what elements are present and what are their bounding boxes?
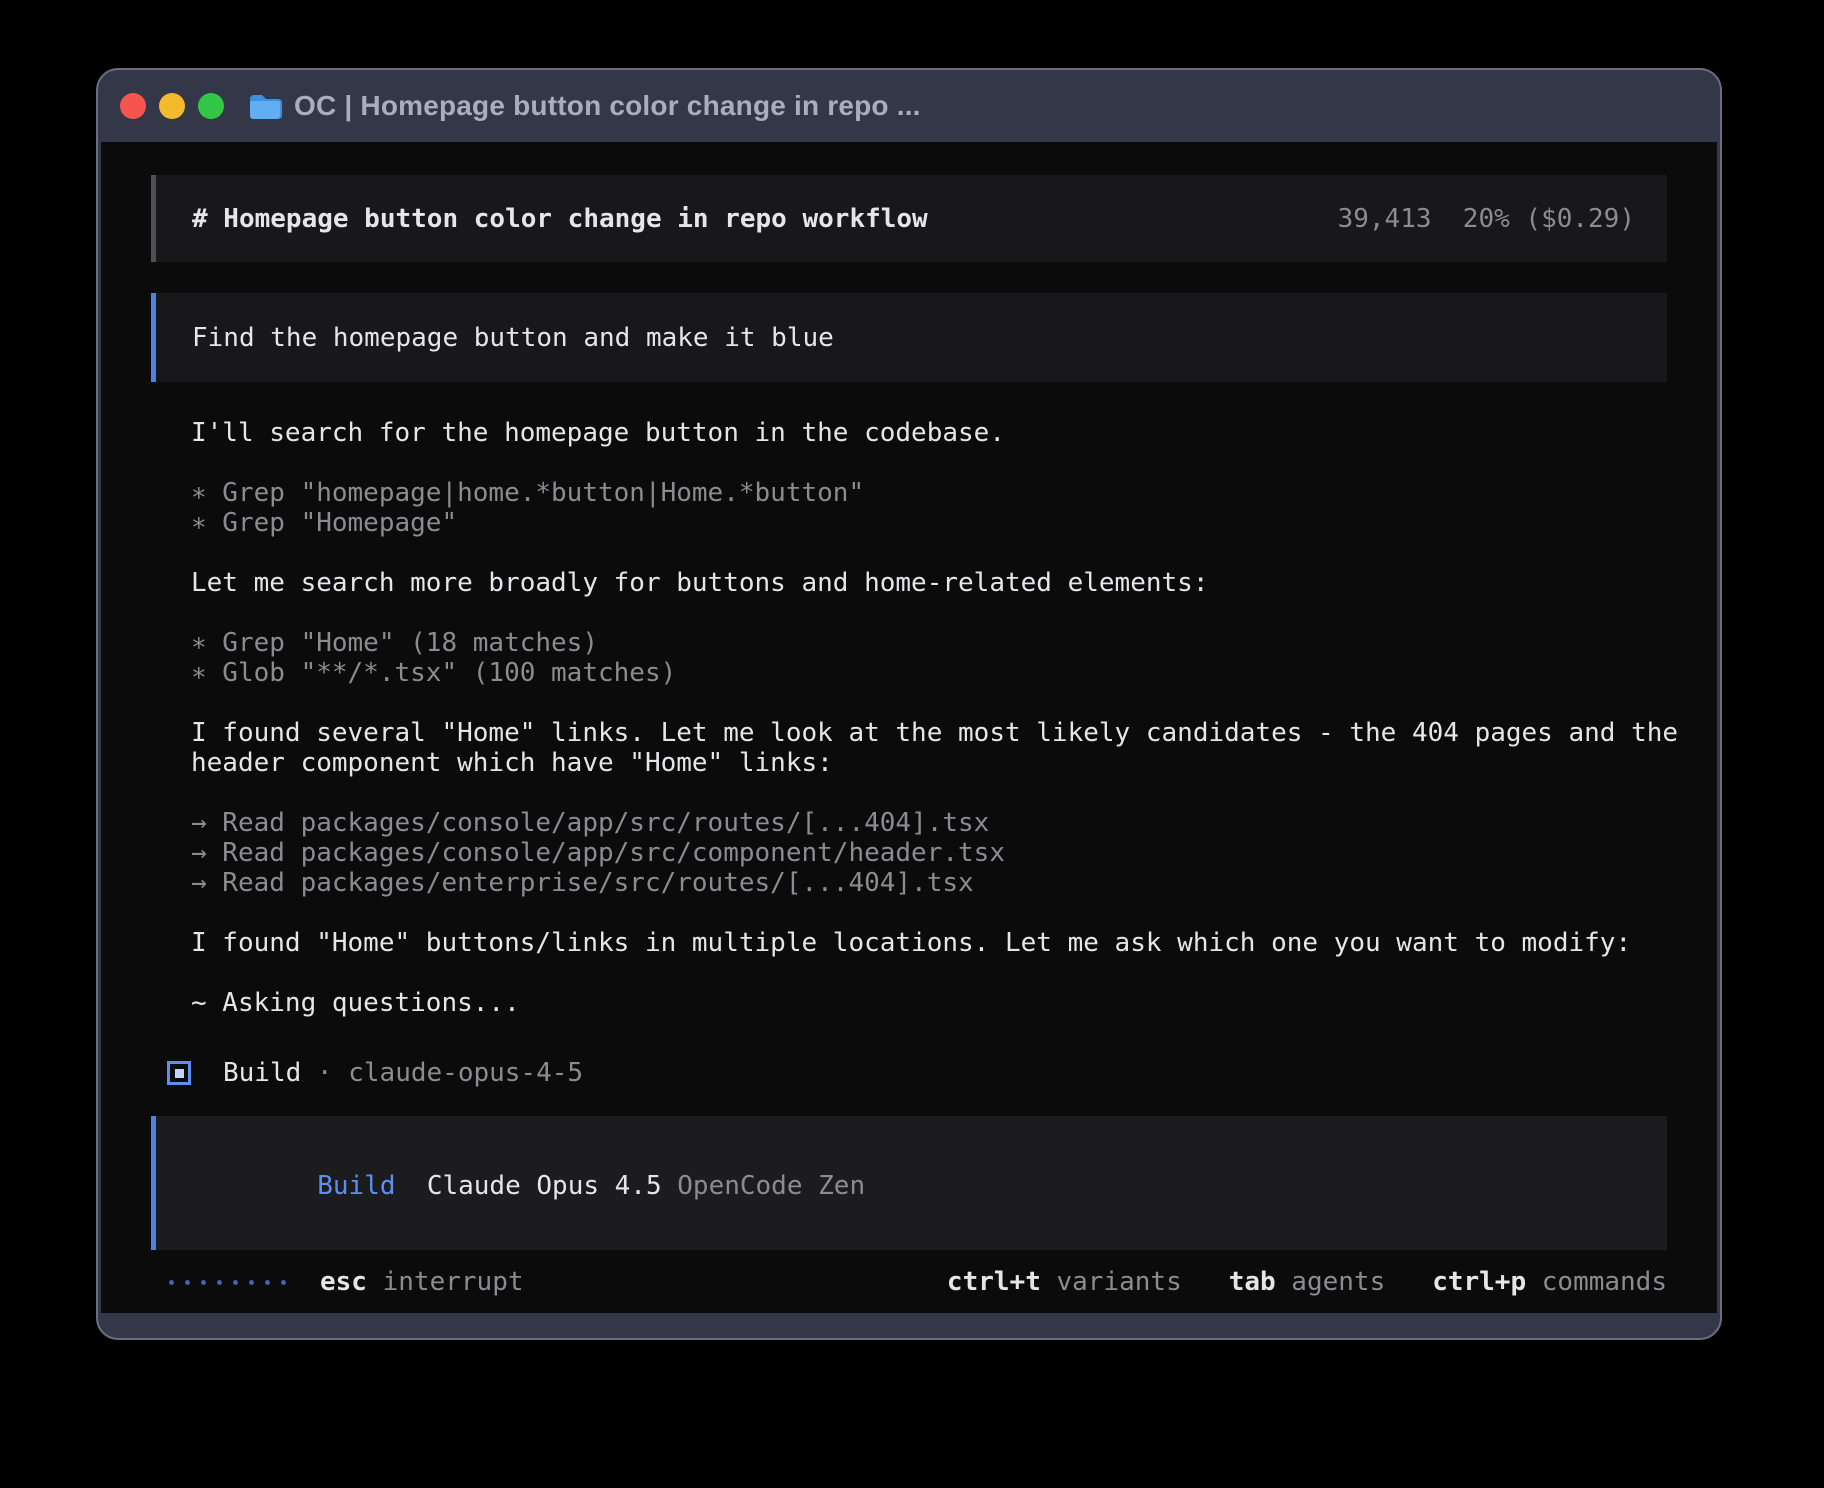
transcript-line [191, 538, 1667, 568]
transcript-line: I found several "Home" links. Let me loo… [191, 718, 1667, 748]
spinner [169, 1280, 286, 1285]
transcript-line [191, 958, 1667, 988]
agent-status-line: Build · claude-opus-4-5 [167, 1058, 1667, 1088]
esc-key-label [367, 1267, 383, 1297]
model-label[interactable]: Claude Opus 4.5 [427, 1171, 662, 1201]
terminal-content: # Homepage button color change in repo w… [101, 142, 1717, 1313]
spinner-dot [201, 1280, 206, 1285]
shortcut-key: ctrl+p [1432, 1267, 1526, 1297]
transcript-line: I'll search for the homepage button in t… [191, 418, 1667, 448]
transcript-line [191, 598, 1667, 628]
shortcut-label: commands [1526, 1267, 1667, 1297]
spinner-dot [217, 1280, 222, 1285]
user-message: Find the homepage button and make it blu… [151, 293, 1667, 382]
user-message-text: Find the homepage button and make it blu… [192, 323, 834, 353]
minimize-button[interactable] [159, 93, 185, 119]
traffic-lights [120, 93, 224, 119]
transcript-line: → Read packages/enterprise/src/routes/[.… [191, 868, 1667, 898]
spinner-dot [185, 1280, 190, 1285]
transcript-line: Let me search more broadly for buttons a… [191, 568, 1667, 598]
transcript-line: ~ Asking questions... [191, 988, 1667, 1018]
folder-icon [248, 92, 282, 120]
agent-model: claude-opus-4-5 [348, 1058, 583, 1088]
assistant-transcript: I'll search for the homepage button in t… [191, 418, 1667, 1018]
footer-shortcut: tab agents [1229, 1267, 1386, 1297]
interrupt-label: interrupt [383, 1267, 524, 1297]
transcript-line: header component which have "Home" links… [191, 748, 1667, 778]
spinner-dot [169, 1280, 174, 1285]
build-agent-icon [167, 1061, 191, 1085]
shortcut-label: agents [1276, 1267, 1386, 1297]
status-bar-left: esc interrupt [151, 1267, 524, 1297]
footer-shortcut: ctrl+p commands [1432, 1267, 1667, 1297]
transcript-line [191, 448, 1667, 478]
close-button[interactable] [120, 93, 146, 119]
window-title: OC | Homepage button color change in rep… [294, 90, 921, 122]
transcript-line: I found "Home" buttons/links in multiple… [191, 928, 1667, 958]
transcript-line [191, 688, 1667, 718]
transcript-line: ∗ Grep "homepage|home.*button|Home.*butt… [191, 478, 1667, 508]
agent-name: Build [223, 1058, 301, 1088]
transcript-line [191, 778, 1667, 808]
spinner-dot [265, 1280, 270, 1285]
status-bar-shortcuts: ctrl+t variants tab agents ctrl+p commands [947, 1267, 1667, 1297]
transcript-line: ∗ Glob "**/*.tsx" (100 matches) [191, 658, 1667, 688]
window-titlebar[interactable]: OC | Homepage button color change in rep… [98, 70, 1720, 142]
prompt-input[interactable]: Build Claude Opus 4.5 OpenCode Zen [151, 1116, 1667, 1250]
zoom-button[interactable] [198, 93, 224, 119]
esc-key-hint: esc [320, 1267, 367, 1297]
model-status-line: Build Claude Opus 4.5 OpenCode Zen [192, 1141, 1631, 1231]
agent-separator: · [301, 1058, 348, 1088]
session-stats: 39,413 20% ($0.29) [1338, 204, 1635, 234]
spinner-dot [249, 1280, 254, 1285]
status-bar: esc interrupt ctrl+t variantstab agentsc… [151, 1264, 1667, 1300]
shortcut-key: tab [1229, 1267, 1276, 1297]
transcript-line [191, 898, 1667, 928]
transcript-line: → Read packages/console/app/src/routes/[… [191, 808, 1667, 838]
transcript-line: ∗ Grep "Home" (18 matches) [191, 628, 1667, 658]
spinner-dot [233, 1280, 238, 1285]
footer-shortcut: ctrl+t variants [947, 1267, 1182, 1297]
transcript-line: ∗ Grep "Homepage" [191, 508, 1667, 538]
provider-label: OpenCode Zen [677, 1171, 865, 1201]
transcript-line: → Read packages/console/app/src/componen… [191, 838, 1667, 868]
session-title: # Homepage button color change in repo w… [192, 204, 928, 234]
terminal-window: OC | Homepage button color change in rep… [96, 68, 1722, 1340]
shortcut-key: ctrl+t [947, 1267, 1041, 1297]
mode-label[interactable]: Build [317, 1171, 395, 1201]
session-header: # Homepage button color change in repo w… [151, 175, 1667, 262]
spinner-dot [281, 1280, 286, 1285]
shortcut-label: variants [1041, 1267, 1182, 1297]
